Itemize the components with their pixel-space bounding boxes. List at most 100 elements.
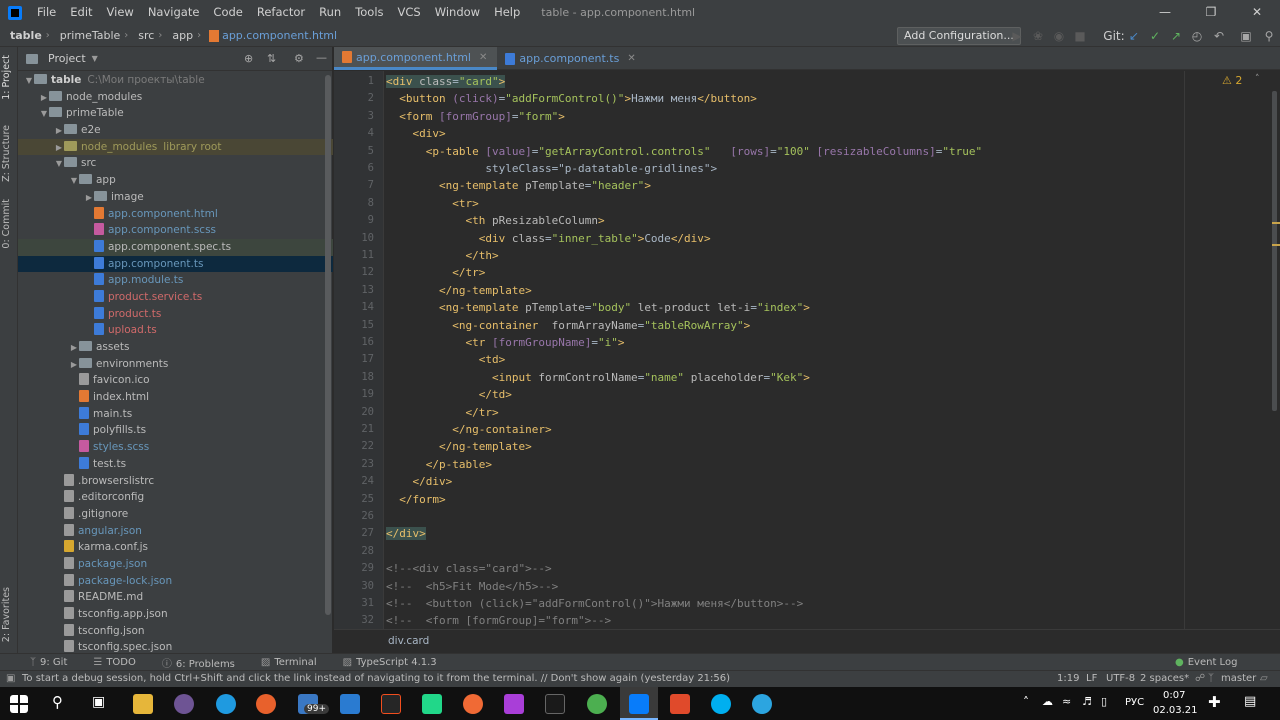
breadcrumb-app[interactable]: app <box>162 29 197 42</box>
tree-folder[interactable]: ▼ app <box>18 172 333 189</box>
chrome-icon[interactable] <box>587 694 607 714</box>
history-icon[interactable]: ◴ <box>1190 29 1204 43</box>
tree-folder[interactable]: ▶ image <box>18 189 333 206</box>
skype-icon[interactable] <box>711 694 731 714</box>
windows-start-icon[interactable] <box>10 695 28 713</box>
tree-file[interactable]: app.component.ts <box>18 255 333 273</box>
gear-icon[interactable]: ⚙ <box>294 52 304 65</box>
postman-icon[interactable] <box>463 694 483 714</box>
network-icon[interactable]: ☁ <box>1042 695 1053 708</box>
warning-icon[interactable]: ⚠ 2 <box>1222 74 1242 87</box>
tree-folder[interactable]: ▶ environments <box>18 356 333 373</box>
chevron-right-icon[interactable]: ▶ <box>54 123 64 140</box>
menu-run[interactable]: Run <box>312 0 348 25</box>
tab-app-component-html[interactable]: app.component.html ✕ <box>334 46 498 70</box>
project-panel-title[interactable]: Project <box>48 52 86 65</box>
close-icon[interactable]: ✕ <box>1234 0 1280 25</box>
menu-help[interactable]: Help <box>487 0 527 25</box>
tree-file[interactable]: product.ts <box>18 306 333 323</box>
tree-file[interactable]: .editorconfig <box>18 489 333 506</box>
chevron-down-icon[interactable]: ▼ <box>39 106 49 123</box>
terminal-app-icon[interactable] <box>545 694 565 714</box>
tree-file[interactable]: product.service.ts <box>18 289 333 306</box>
chevron-right-icon[interactable]: ▶ <box>84 190 94 207</box>
wifi-icon[interactable]: ≈ <box>1062 695 1071 708</box>
menu-tools[interactable]: Tools <box>348 0 390 25</box>
status-hide-icon[interactable]: ▣ <box>6 671 15 687</box>
volume-icon[interactable]: ♬ <box>1082 695 1092 708</box>
webstorm-icon[interactable] <box>629 694 649 714</box>
problems-tool-button[interactable]: ⓘ 6: Problems <box>162 655 235 670</box>
menu-vcs[interactable]: VCS <box>391 0 428 25</box>
todo-tool-button[interactable]: ☰ TODO <box>93 657 136 668</box>
layout-icon[interactable]: ▣ <box>1239 29 1253 43</box>
git-branch[interactable]: master <box>1221 671 1256 687</box>
tree-file[interactable]: favicon.ico <box>18 372 333 389</box>
tree-file[interactable]: .browserslistrc <box>18 473 333 490</box>
tree-file[interactable]: styles.scss <box>18 439 333 456</box>
breadcrumb-file[interactable]: app.component.html <box>222 29 341 42</box>
notifications-icon[interactable]: ▤ <box>1244 694 1256 709</box>
tree-file[interactable]: README.md <box>18 589 333 606</box>
tree-folder[interactable]: ▼ src <box>18 155 333 172</box>
tree-file[interactable]: test.ts <box>18 456 333 473</box>
menu-window[interactable]: Window <box>428 0 487 25</box>
chevron-right-icon[interactable]: ▶ <box>69 340 79 357</box>
locate-icon[interactable]: ⊕ <box>244 52 253 65</box>
run-icon[interactable]: ▶ <box>1010 29 1024 43</box>
chevron-right-icon[interactable]: ▶ <box>54 140 64 157</box>
status-message[interactable]: To start a debug session, hold Ctrl+Shif… <box>22 671 730 687</box>
tree-file[interactable]: karma.conf.js <box>18 539 333 556</box>
intellij-icon[interactable] <box>504 694 524 714</box>
language-indicator[interactable]: РУС <box>1125 697 1144 708</box>
tree-file[interactable]: package.json <box>18 556 333 573</box>
tree-file[interactable]: app.component.spec.ts <box>18 238 333 256</box>
memory-indicator-icon[interactable]: ▱ <box>1260 671 1268 687</box>
menu-edit[interactable]: Edit <box>63 0 99 25</box>
tree-file[interactable]: app.component.html <box>18 206 333 223</box>
tree-file[interactable]: tsconfig.json <box>18 623 333 640</box>
figma-icon[interactable] <box>381 694 401 714</box>
tree-file[interactable]: main.ts <box>18 406 333 423</box>
git-commit-icon[interactable]: ✓ <box>1148 29 1162 43</box>
tree-file[interactable]: polyfills.ts <box>18 422 333 439</box>
stop-icon[interactable]: ■ <box>1073 29 1087 43</box>
tree-file[interactable]: .gitignore <box>18 506 333 523</box>
search-icon[interactable]: ⚲ <box>52 693 63 711</box>
coverage-icon[interactable]: ◉ <box>1052 29 1066 43</box>
menu-file[interactable]: File <box>30 0 63 25</box>
chevron-up-icon[interactable]: ˄ <box>1255 74 1260 84</box>
edge-icon[interactable] <box>216 694 236 714</box>
structure-tool-tab[interactable]: Z: Structure <box>1 125 12 182</box>
telegram-icon[interactable] <box>752 694 772 714</box>
tab-app-component-ts[interactable]: app.component.ts ✕ <box>497 47 645 70</box>
chevron-right-icon[interactable]: ▶ <box>69 357 79 374</box>
line-separator[interactable]: LF <box>1086 671 1097 687</box>
editor-scrollbar[interactable] <box>1268 71 1280 629</box>
pen-icon[interactable]: ✚ <box>1208 693 1221 711</box>
close-tab-icon[interactable]: ✕ <box>479 46 487 69</box>
code-editor[interactable]: <div class="card"> <button (click)="addF… <box>386 71 1266 629</box>
debug-icon[interactable]: ❀ <box>1031 29 1045 43</box>
breadcrumb-project[interactable]: table <box>0 29 46 42</box>
add-configuration-button[interactable]: Add Configuration... <box>897 27 1021 45</box>
tree-folder[interactable]: ▼ primeTable <box>18 105 333 122</box>
battery-icon[interactable]: ▯ <box>1101 695 1107 708</box>
tree-file[interactable]: app.component.scss <box>18 222 333 239</box>
project-scrollbar[interactable] <box>325 75 331 615</box>
search-everywhere-icon[interactable]: ⚲ <box>1262 29 1276 43</box>
menu-refactor[interactable]: Refactor <box>250 0 312 25</box>
file-encoding[interactable]: UTF-8 <box>1106 671 1135 687</box>
task-view-icon[interactable]: ▣ <box>92 694 105 710</box>
menu-code[interactable]: Code <box>206 0 249 25</box>
pycharm-icon[interactable] <box>422 694 442 714</box>
xampp-icon[interactable] <box>670 694 690 714</box>
error-stripe-mark[interactable] <box>1272 244 1280 246</box>
tree-file[interactable]: angular.json <box>18 523 333 540</box>
vscode-icon[interactable] <box>340 694 360 714</box>
error-stripe-mark[interactable] <box>1272 222 1280 224</box>
chevron-down-icon[interactable]: ▼ <box>92 54 98 63</box>
tree-file[interactable]: upload.ts <box>18 322 333 339</box>
menu-navigate[interactable]: Navigate <box>141 0 207 25</box>
rollback-icon[interactable]: ↶ <box>1212 29 1226 43</box>
